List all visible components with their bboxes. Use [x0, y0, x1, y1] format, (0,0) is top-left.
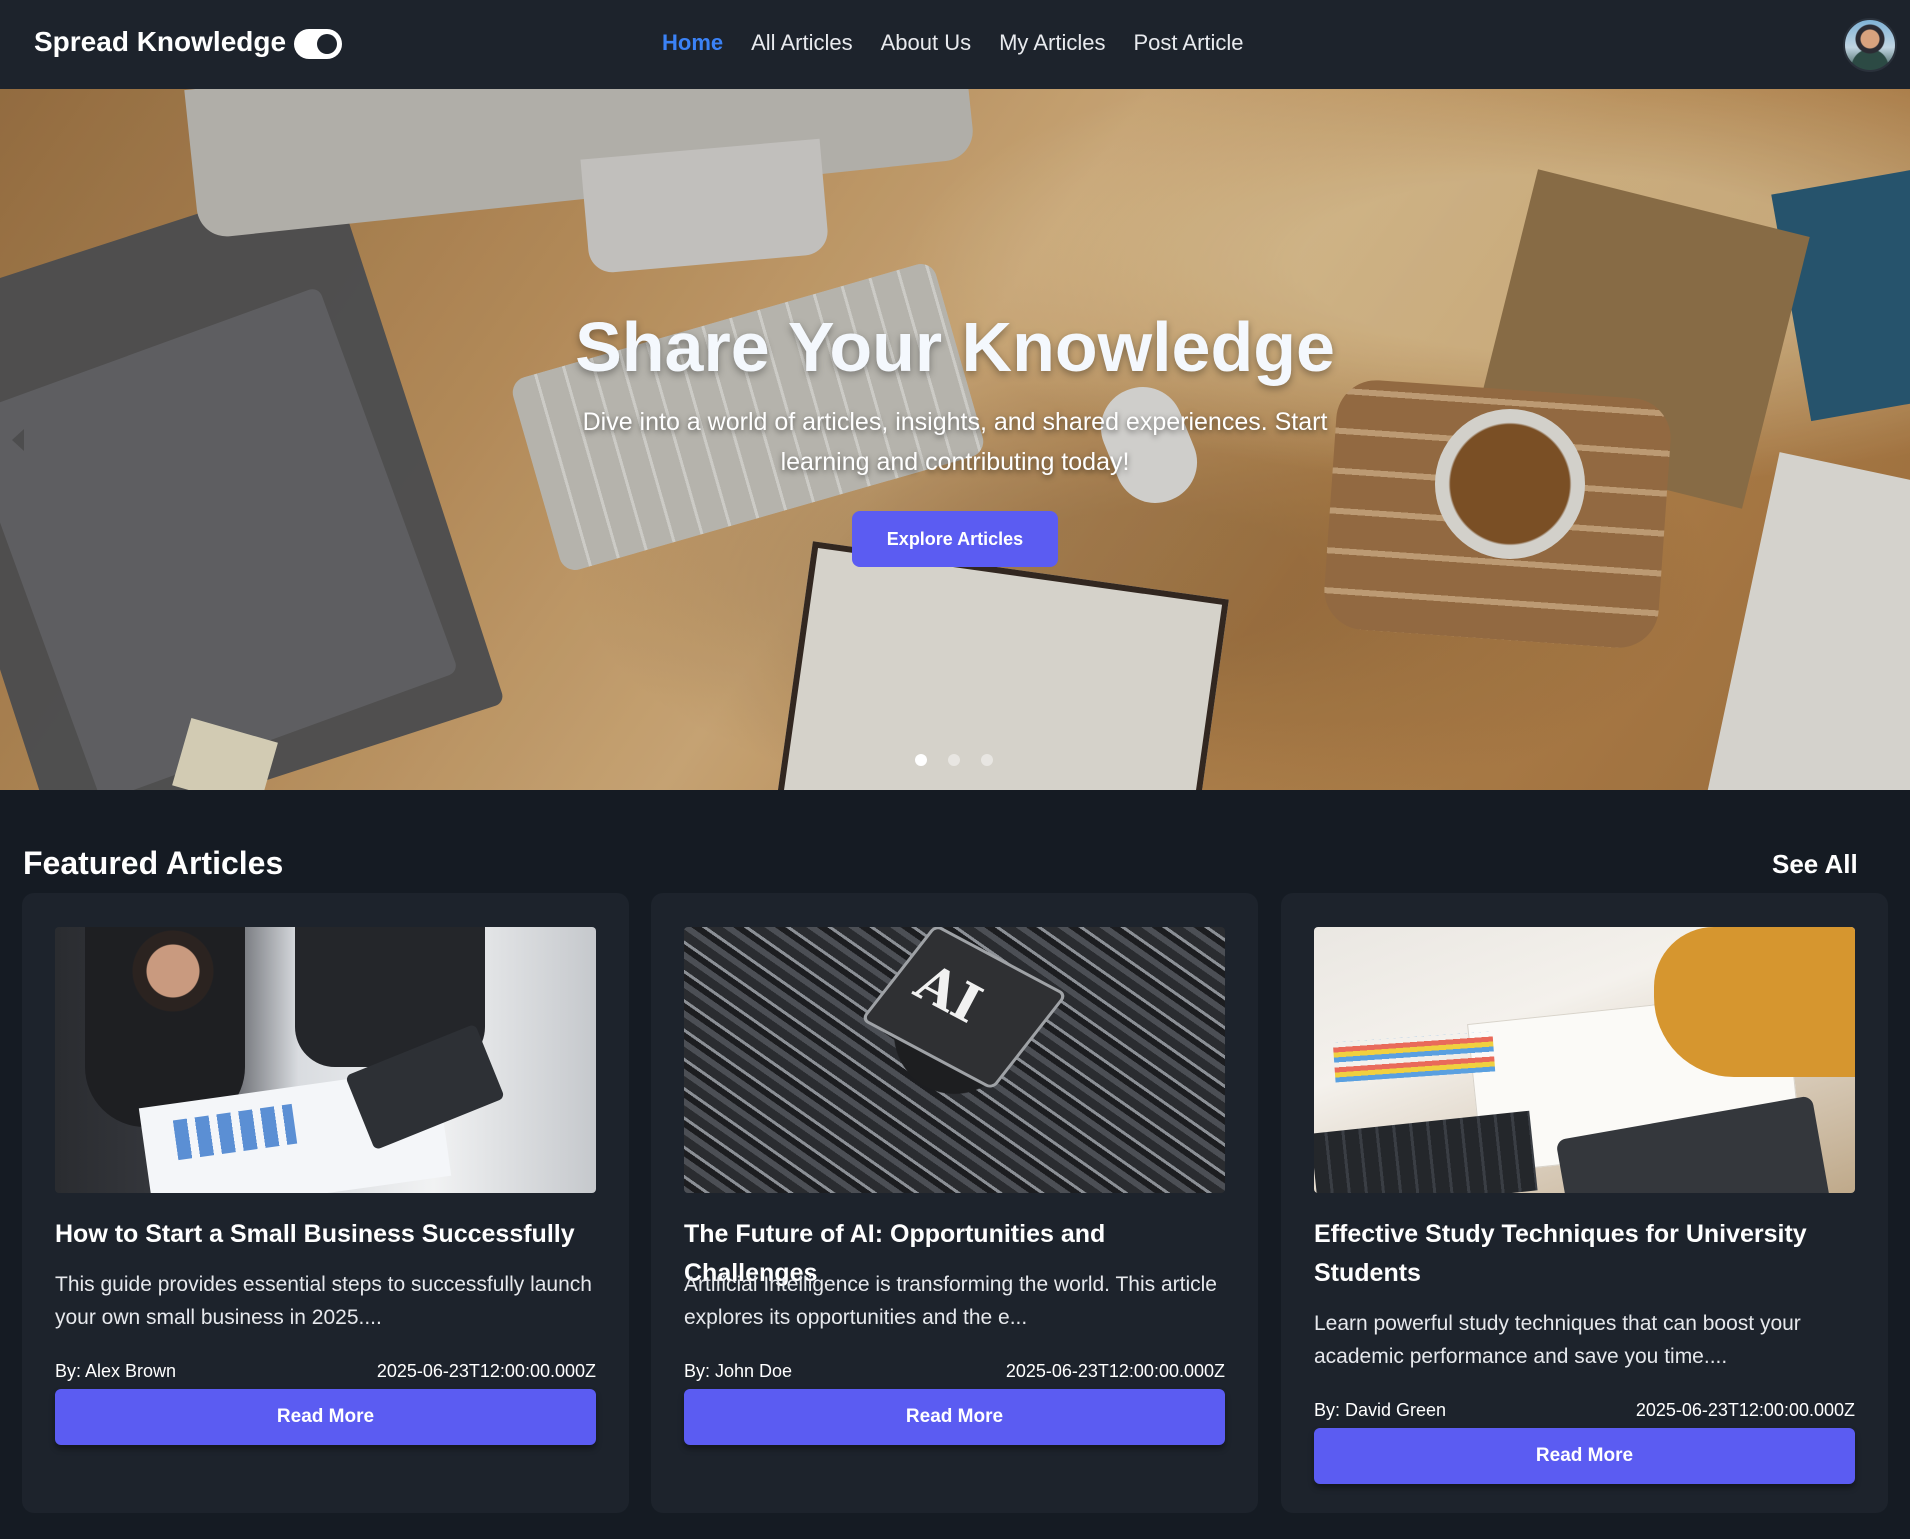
article-date: 2025-06-23T12:00:00.000Z: [1635, 1400, 1855, 1420]
nav-link-my-articles[interactable]: My Articles: [999, 30, 1105, 56]
hero-carousel: Share Your Knowledge Dive into a world o…: [0, 89, 1910, 790]
toggle-knob: [317, 34, 337, 54]
thumb-markers: [1332, 1031, 1496, 1083]
brand-logo-text[interactable]: Spread Knowledge: [34, 26, 286, 58]
carousel-dot-2[interactable]: [948, 754, 960, 766]
top-navbar: Spread Knowledge Home All Articles About…: [0, 0, 1910, 89]
user-avatar[interactable]: [1843, 18, 1897, 72]
article-title[interactable]: How to Start a Small Business Successful…: [55, 1215, 600, 1254]
theme-toggle-icon[interactable]: [294, 29, 342, 59]
hero-content: Share Your Knowledge Dive into a world o…: [0, 89, 1910, 790]
article-card: How to Start a Small Business Successful…: [22, 893, 629, 1513]
hero-title: Share Your Knowledge: [575, 308, 1335, 386]
read-more-button[interactable]: Read More: [55, 1389, 596, 1445]
article-date: 2025-06-23T12:00:00.000Z: [376, 1361, 596, 1381]
read-more-button[interactable]: Read More: [684, 1389, 1225, 1445]
article-card: AI The Future of AI: Opportunities and C…: [651, 893, 1258, 1513]
thumb-keyboard: [1314, 1110, 1538, 1193]
explore-articles-button[interactable]: Explore Articles: [852, 511, 1058, 567]
chevron-left-icon[interactable]: [12, 429, 24, 451]
article-card: Effective Study Techniques for Universit…: [1281, 893, 1888, 1513]
carousel-dot-3[interactable]: [981, 754, 993, 766]
article-date: 2025-06-23T12:00:00.000Z: [1005, 1361, 1225, 1381]
article-author: By: Alex Brown: [55, 1361, 177, 1381]
nav-link-all-articles[interactable]: All Articles: [751, 30, 852, 56]
hero-subtitle: Dive into a world of articles, insights,…: [582, 408, 1328, 476]
article-description: Artificial Intelligence is transforming …: [684, 1273, 1217, 1329]
thumb-arm: [1654, 927, 1855, 1077]
article-description: Learn powerful study techniques that can…: [1314, 1312, 1801, 1368]
article-title[interactable]: Effective Study Techniques for Universit…: [1314, 1215, 1859, 1293]
read-more-button[interactable]: Read More: [1314, 1428, 1855, 1484]
nav-link-home[interactable]: Home: [662, 30, 723, 56]
article-author: By: John Doe: [684, 1361, 793, 1381]
article-description: This guide provides essential steps to s…: [55, 1273, 592, 1329]
article-thumbnail[interactable]: [55, 927, 596, 1193]
see-all-link[interactable]: See All: [1772, 849, 1858, 880]
article-author: By: David Green: [1314, 1400, 1447, 1420]
featured-title: Featured Articles: [23, 845, 284, 881]
carousel-dots: [915, 754, 993, 766]
nav-link-about-us[interactable]: About Us: [881, 30, 972, 56]
main-nav: Home All Articles About Us My Articles P…: [662, 30, 1244, 56]
nav-link-post-article[interactable]: Post Article: [1133, 30, 1243, 56]
article-thumbnail[interactable]: AI: [684, 927, 1225, 1193]
article-thumbnail[interactable]: [1314, 927, 1855, 1193]
carousel-dot-1[interactable]: [915, 754, 927, 766]
